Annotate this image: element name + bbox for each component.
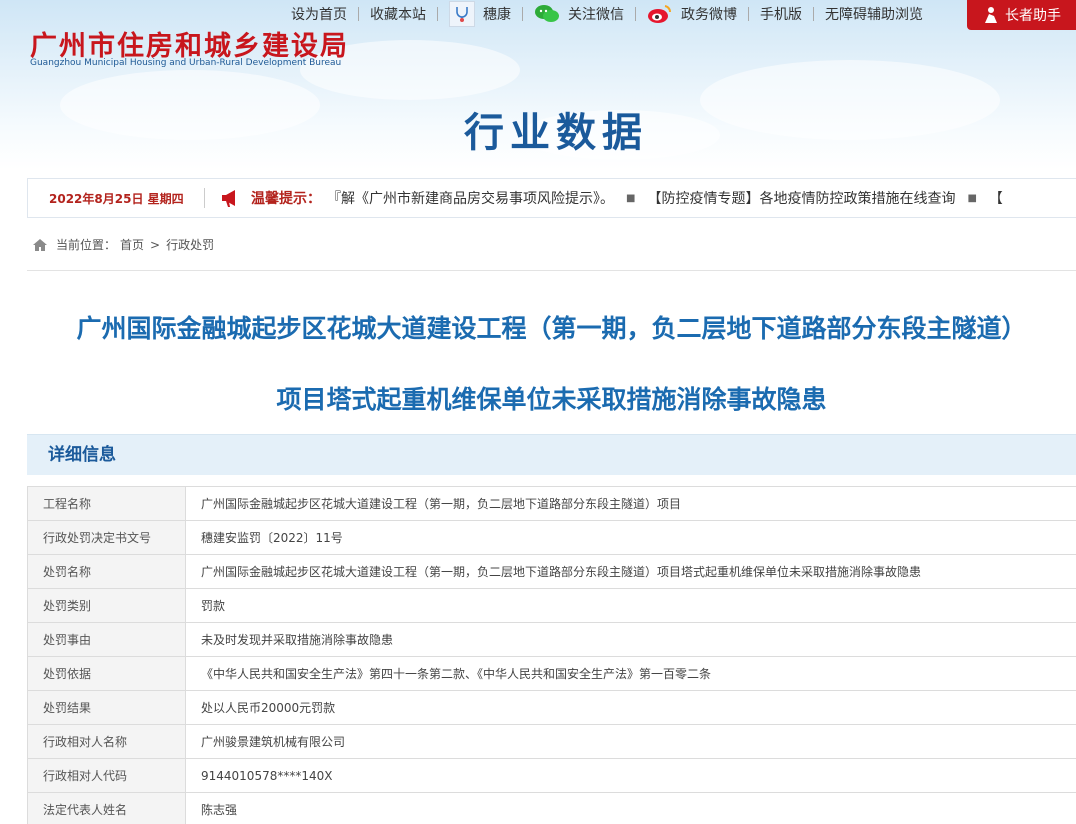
field-label: 工程名称 bbox=[27, 486, 186, 521]
table-row: 行政处罚决定书文号 穗建安监罚〔2022〕11号 bbox=[27, 520, 1076, 555]
notice-bullet: ■ bbox=[626, 192, 636, 204]
field-value: 未及时发现并采取措施消除事故隐患 bbox=[185, 622, 1076, 657]
notice-tip-label: 温馨提示： bbox=[251, 191, 321, 207]
nav-label: 手机版 bbox=[760, 7, 802, 23]
current-date: 2022年8月25日 星期四 bbox=[49, 191, 184, 206]
elder-assistant-button[interactable]: 长者助手 bbox=[967, 0, 1076, 30]
detail-table: 工程名称 广州国际金融城起步区花城大道建设工程（第一期，负二层地下道路部分东段主隧… bbox=[27, 486, 1076, 824]
field-value: 罚款 bbox=[185, 588, 1076, 623]
table-row: 处罚依据 《中华人民共和国安全生产法》第四十一条第二款、《中华人民共和国安全生产法… bbox=[27, 656, 1076, 691]
field-label: 处罚结果 bbox=[27, 690, 186, 725]
stethoscope-icon bbox=[449, 1, 475, 27]
notice-bullet: ■ bbox=[967, 192, 977, 204]
nav-accessibility[interactable]: 无障碍辅助浏览 bbox=[814, 4, 934, 24]
table-row: 行政相对人名称 广州骏景建筑机械有限公司 bbox=[27, 724, 1076, 759]
nav-label: 政务微博 bbox=[681, 7, 737, 23]
article-title-line1: 广州国际金融城起步区花城大道建设工程（第一期，负二层地下道路部分东段主隧道） bbox=[76, 314, 1027, 343]
notice-bar: 2022年8月25日 星期四 温馨提示： 『解《广州市新建商品房交易事项风险提示… bbox=[27, 178, 1076, 218]
table-row: 处罚类别 罚款 bbox=[27, 588, 1076, 623]
field-value: 广州骏景建筑机械有限公司 bbox=[185, 724, 1076, 759]
field-value: 穗建安监罚〔2022〕11号 bbox=[185, 520, 1076, 555]
site-header: 广州市住房和城乡建设局 Guangzhou Municipal Housing … bbox=[0, 0, 1076, 170]
table-row: 行政相对人代码 9144010578****140X bbox=[27, 758, 1076, 793]
field-label: 处罚依据 bbox=[27, 656, 186, 691]
table-row: 工程名称 广州国际金融城起步区花城大道建设工程（第一期，负二层地下道路部分东段主隧… bbox=[27, 486, 1076, 521]
weibo-icon bbox=[647, 1, 673, 27]
breadcrumb-prefix: 当前位置： bbox=[56, 238, 117, 252]
nav-wechat[interactable]: 关注微信 bbox=[523, 1, 635, 27]
wechat-icon bbox=[534, 1, 560, 27]
site-logo-subtitle: Guangzhou Municipal Housing and Urban-Ru… bbox=[30, 58, 342, 68]
field-value: 《中华人民共和国安全生产法》第四十一条第二款、《中华人民共和国安全生产法》第一百… bbox=[185, 656, 1076, 691]
elder-icon bbox=[985, 7, 997, 23]
table-row: 法定代表人姓名 陈志强 bbox=[27, 792, 1076, 824]
breadcrumb: 当前位置： 首页 > 行政处罚 bbox=[32, 236, 214, 253]
breadcrumb-current-link[interactable]: 行政处罚 bbox=[166, 236, 214, 253]
nav-suikang[interactable]: 穗康 bbox=[438, 1, 522, 27]
divider bbox=[27, 270, 1076, 271]
notice-item[interactable]: 【 bbox=[989, 188, 1003, 208]
detail-heading: 详细信息 bbox=[27, 434, 1076, 475]
notice-item[interactable]: 【防控疫情专题】各地疫情防控政策措施在线查询 bbox=[647, 188, 955, 208]
breadcrumb-home-link[interactable]: 首页 bbox=[120, 236, 144, 253]
table-row: 处罚结果 处以人民币20000元罚款 bbox=[27, 690, 1076, 725]
field-label: 处罚事由 bbox=[27, 622, 186, 657]
nav-label: 关注微信 bbox=[568, 7, 624, 23]
nav-bookmark[interactable]: 收藏本站 bbox=[359, 4, 437, 24]
field-label: 行政相对人名称 bbox=[27, 724, 186, 759]
field-label: 法定代表人姓名 bbox=[27, 792, 186, 824]
field-label: 处罚类别 bbox=[27, 588, 186, 623]
field-value: 9144010578****140X bbox=[185, 758, 1076, 793]
top-navigation: 设为首页 收藏本站 穗康 关注微信 政务微博 手机版 无障碍辅助浏览 bbox=[280, 0, 934, 28]
field-value: 陈志强 bbox=[185, 792, 1076, 824]
breadcrumb-separator: > bbox=[150, 237, 161, 252]
table-row: 处罚名称 广州国际金融城起步区花城大道建设工程（第一期，负二层地下道路部分东段主隧… bbox=[27, 554, 1076, 589]
megaphone-icon bbox=[222, 190, 235, 207]
home-icon bbox=[33, 238, 47, 251]
elder-assistant-label: 长者助手 bbox=[1005, 8, 1061, 24]
field-label: 行政处罚决定书文号 bbox=[27, 520, 186, 555]
nav-label: 设为首页 bbox=[291, 7, 347, 23]
nav-label: 无障碍辅助浏览 bbox=[825, 7, 923, 23]
notice-item[interactable]: 『解《广州市新建商品房交易事项风险提示》。 bbox=[327, 188, 614, 208]
nav-label: 穗康 bbox=[483, 7, 511, 23]
field-value: 处以人民币20000元罚款 bbox=[185, 690, 1076, 725]
nav-label: 收藏本站 bbox=[370, 7, 426, 23]
field-label: 行政相对人代码 bbox=[27, 758, 186, 793]
notice-divider bbox=[204, 188, 205, 208]
nav-set-homepage[interactable]: 设为首页 bbox=[280, 4, 358, 24]
nav-weibo[interactable]: 政务微博 bbox=[636, 1, 748, 27]
field-label: 处罚名称 bbox=[27, 554, 186, 589]
field-value: 广州国际金融城起步区花城大道建设工程（第一期，负二层地下道路部分东段主隧道）项目… bbox=[185, 554, 1076, 589]
article-title-line2: 项目塔式起重机维保单位未采取措施消除事故隐患 bbox=[276, 385, 827, 414]
field-value: 广州国际金融城起步区花城大道建设工程（第一期，负二层地下道路部分东段主隧道）项目 bbox=[185, 486, 1076, 521]
nav-mobile[interactable]: 手机版 bbox=[749, 4, 813, 24]
section-title: 行业数据 bbox=[464, 109, 648, 156]
table-row: 处罚事由 未及时发现并采取措施消除事故隐患 bbox=[27, 622, 1076, 657]
